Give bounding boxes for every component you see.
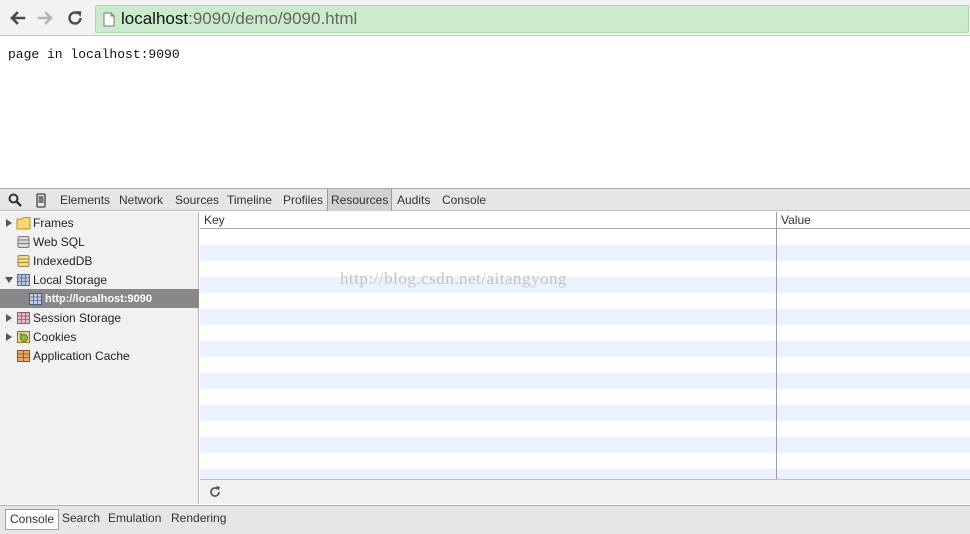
- expand-arrow-icon[interactable]: [5, 218, 13, 227]
- tab-console[interactable]: Console: [442, 189, 486, 211]
- drawer-tab-rendering[interactable]: Rendering: [171, 509, 226, 530]
- grid-row[interactable]: [200, 245, 970, 261]
- forward-button[interactable]: [35, 6, 57, 30]
- reload-icon: [68, 11, 82, 25]
- search-icon: [8, 193, 22, 207]
- url-text: localhost:9090/demo/9090.html: [121, 9, 357, 29]
- folder-icon: [16, 216, 31, 229]
- page-icon: [101, 10, 117, 28]
- cookie-icon: [17, 330, 30, 343]
- address-bar[interactable]: localhost:9090/demo/9090.html: [95, 5, 969, 33]
- app-cache-icon: [17, 349, 30, 362]
- sidebar-item-label: Web SQL: [33, 234, 85, 249]
- collapse-arrow-icon[interactable]: [5, 276, 13, 284]
- sidebar-item-label: Local Storage: [33, 272, 108, 287]
- grid-row[interactable]: [200, 453, 970, 469]
- sidebar-item-label: http://localhost:9090: [45, 292, 152, 305]
- grid-row[interactable]: [200, 277, 970, 293]
- sidebar-item-web-sql[interactable]: Web SQL: [0, 232, 199, 251]
- grid-row[interactable]: [200, 373, 970, 389]
- storage-grid-icon: [17, 273, 30, 286]
- grid-status-bar: [200, 479, 970, 504]
- tab-elements[interactable]: Elements: [60, 189, 110, 211]
- sidebar-item-cookies[interactable]: Cookies: [0, 327, 199, 346]
- page-content: page in localhost:9090: [0, 37, 970, 187]
- sidebar-item-session-storage[interactable]: Session Storage: [0, 308, 199, 327]
- grid-row[interactable]: [200, 229, 970, 245]
- expand-arrow-icon[interactable]: [5, 332, 13, 341]
- sidebar-item-indexeddb[interactable]: IndexedDB: [0, 251, 199, 270]
- url-host: localhost: [121, 9, 189, 28]
- sidebar-item-label: Frames: [33, 215, 74, 230]
- forward-arrow-icon: [37, 11, 53, 25]
- sidebar-item-local-storage[interactable]: Local Storage: [0, 270, 199, 289]
- storage-grid-icon: [17, 311, 30, 324]
- grid-row[interactable]: [200, 469, 970, 479]
- tab-audits[interactable]: Audits: [397, 189, 430, 211]
- grid-row[interactable]: [200, 261, 970, 277]
- sidebar-item-application-cache[interactable]: Application Cache: [0, 346, 199, 365]
- drawer-tab-console[interactable]: Console: [5, 509, 60, 530]
- tab-resources[interactable]: Resources: [327, 189, 393, 211]
- drawer-tab-search[interactable]: Search: [62, 509, 100, 530]
- device-mode-button[interactable]: [32, 191, 50, 209]
- tab-profiles[interactable]: Profiles: [283, 189, 323, 211]
- storage-grid-icon: [29, 292, 42, 305]
- grid-row[interactable]: [200, 437, 970, 453]
- expand-arrow-icon[interactable]: [5, 313, 13, 322]
- back-arrow-icon: [10, 11, 26, 25]
- tab-sources[interactable]: Sources: [175, 189, 219, 211]
- sidebar-item-frames[interactable]: Frames: [0, 213, 199, 232]
- tab-network[interactable]: Network: [119, 189, 163, 211]
- sidebar-item-label: Session Storage: [33, 310, 122, 325]
- devtools-drawer-bar: Console Search Emulation Rendering: [0, 505, 970, 534]
- url-path: :9090/demo/9090.html: [188, 9, 358, 28]
- resources-sidebar: Frames Web SQL IndexedDB Local Storage h…: [0, 212, 199, 504]
- grid-row[interactable]: [200, 341, 970, 357]
- grid-row[interactable]: [200, 357, 970, 373]
- browser-toolbar: localhost:9090/demo/9090.html: [0, 0, 970, 36]
- database-icon: [17, 254, 30, 267]
- grid-row[interactable]: [200, 309, 970, 325]
- page-body-text: page in localhost:9090: [8, 47, 180, 62]
- grid-row[interactable]: [200, 293, 970, 309]
- mobile-device-icon: [36, 192, 46, 208]
- grid-header: Key Value: [200, 212, 970, 229]
- sidebar-item-localhost-9090[interactable]: http://localhost:9090: [0, 289, 199, 308]
- storage-data-grid[interactable]: Key Value http://blog.csdn.net/aitangyon…: [200, 212, 970, 479]
- back-button[interactable]: [6, 6, 28, 30]
- drawer-tab-emulation[interactable]: Emulation: [108, 509, 161, 530]
- grid-row[interactable]: [200, 389, 970, 405]
- devtools-tab-bar: Elements Network Sources Timeline Profil…: [0, 188, 970, 211]
- grid-row[interactable]: [200, 421, 970, 437]
- column-header-key[interactable]: Key: [200, 212, 225, 229]
- grid-row[interactable]: [200, 325, 970, 341]
- grid-row[interactable]: [200, 405, 970, 421]
- database-icon: [17, 235, 30, 248]
- sidebar-item-label: Application Cache: [33, 348, 130, 363]
- column-header-value[interactable]: Value: [777, 212, 811, 229]
- tab-timeline[interactable]: Timeline: [227, 189, 272, 211]
- reload-button[interactable]: [64, 6, 86, 30]
- inspect-search-button[interactable]: [6, 191, 24, 209]
- sidebar-item-label: Cookies: [33, 329, 77, 344]
- watermark: http://blog.csdn.net/aitangyong: [340, 269, 568, 288]
- sidebar-item-label: IndexedDB: [33, 253, 93, 268]
- refresh-icon[interactable]: [208, 485, 222, 499]
- column-divider[interactable]: [776, 212, 777, 479]
